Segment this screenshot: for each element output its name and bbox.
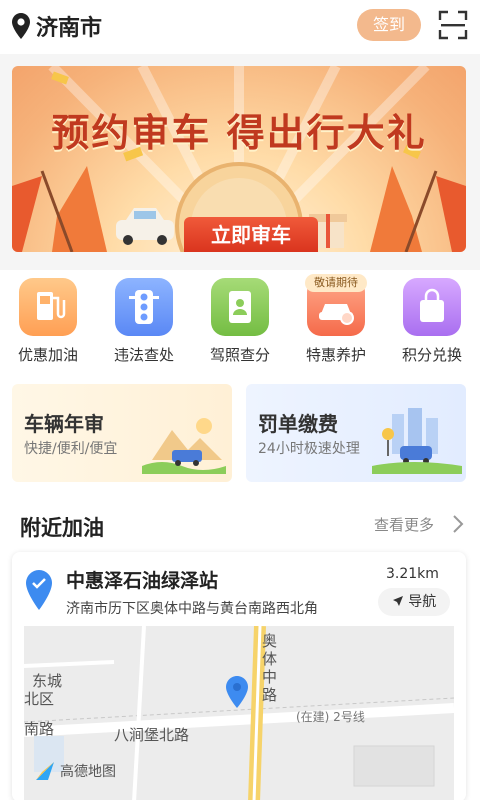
map-district-label: 北区 bbox=[24, 690, 55, 708]
map-metro-label: (在建) 2号线 bbox=[296, 710, 365, 724]
top-bar: 济南市 签到 bbox=[0, 0, 480, 54]
map-view[interactable]: 奥体中路 八涧堡北路 南路 东城 北区 (在建) 2号线 高德地图 bbox=[24, 626, 454, 800]
map-road-label: 南路 bbox=[24, 720, 55, 738]
promo-banner[interactable]: 预约审车 得出行大礼 立即审车 bbox=[12, 66, 466, 252]
card-title: 罚单缴费 bbox=[258, 412, 338, 436]
quick-action-label: 违法查处 bbox=[113, 346, 174, 364]
map-road-label: 奥体中路 bbox=[262, 632, 278, 704]
station-distance: 3.21km bbox=[386, 566, 439, 582]
quick-action-label: 驾照查分 bbox=[209, 346, 270, 364]
map-provider-name: 高德地图 bbox=[60, 764, 116, 780]
map-provider-logo: 高德地图 bbox=[34, 760, 116, 782]
see-more-link[interactable]: 查看更多 bbox=[374, 514, 434, 535]
amap-icon bbox=[36, 762, 54, 780]
map-pin-icon bbox=[26, 570, 52, 610]
quick-action-license[interactable]: 驾照查分 bbox=[200, 278, 280, 365]
chevron-right-icon[interactable] bbox=[452, 514, 464, 534]
navigate-label: 导航 bbox=[408, 594, 437, 610]
service-cards: 车辆年审 快捷/便利/便宜 罚单缴费 24小时极速处理 bbox=[0, 370, 480, 496]
location-pin-icon bbox=[12, 13, 30, 39]
shopping-bag-icon bbox=[403, 278, 461, 336]
station-card[interactable]: 中惠泽石油绿泽站 济南市历下区奥体中路与黄台南路西北角 3.21km 导航 奥体… bbox=[12, 552, 466, 800]
city-name: 济南市 bbox=[36, 16, 103, 41]
navigate-button[interactable]: 导航 bbox=[378, 588, 450, 616]
scan-icon[interactable] bbox=[438, 10, 468, 40]
card-subtitle: 24小时极速处理 bbox=[258, 441, 360, 457]
quick-action-label: 优惠加油 bbox=[17, 346, 78, 364]
card-subtitle: 快捷/便利/便宜 bbox=[24, 441, 118, 457]
station-address: 济南市历下区奥体中路与黄台南路西北角 bbox=[66, 601, 318, 617]
ticket-payment-card[interactable]: 罚单缴费 24小时极速处理 bbox=[246, 384, 466, 482]
inspection-illustration bbox=[142, 418, 226, 474]
quick-action-label: 特惠养护 bbox=[305, 346, 366, 364]
signin-button[interactable]: 签到 bbox=[357, 9, 421, 41]
annual-inspection-card[interactable]: 车辆年审 快捷/便利/便宜 bbox=[12, 384, 232, 482]
quick-action-violation[interactable]: 违法查处 bbox=[104, 278, 184, 365]
license-book-icon bbox=[211, 278, 269, 336]
nearby-fuel-section: 附近加油 查看更多 中惠泽石油绿泽站 济南市历下区奥体中路与黄台南路西北角 3.… bbox=[0, 496, 480, 800]
navigate-arrow-icon bbox=[392, 596, 403, 606]
station-name: 中惠泽石油绿泽站 bbox=[66, 570, 219, 592]
banner-title: 预约审车 得出行大礼 bbox=[51, 111, 427, 155]
car-wash-icon: 敬请期待 bbox=[305, 274, 367, 336]
ticket-illustration bbox=[372, 408, 462, 474]
location-selector[interactable]: 济南市 bbox=[12, 10, 102, 42]
map-road-label: 八涧堡北路 bbox=[114, 726, 190, 744]
card-title: 车辆年审 bbox=[24, 412, 104, 436]
section-title: 附近加油 bbox=[20, 516, 104, 540]
traffic-light-icon bbox=[115, 278, 173, 336]
gas-pump-icon bbox=[19, 278, 77, 336]
map-marker-icon bbox=[226, 676, 248, 708]
quick-action-maintenance[interactable]: 敬请期待 特惠养护 bbox=[296, 274, 376, 365]
quick-action-label: 积分兑换 bbox=[401, 346, 462, 364]
banner-cta-button[interactable]: 立即审车 bbox=[184, 217, 318, 252]
quick-action-points[interactable]: 积分兑换 bbox=[392, 278, 472, 365]
quick-action-fuel[interactable]: 优惠加油 bbox=[8, 278, 88, 365]
quick-actions: 优惠加油 违法查处 驾照查分 敬请期待 特惠养护 积分兑换 bbox=[0, 270, 480, 370]
coming-soon-badge: 敬请期待 bbox=[305, 274, 367, 292]
